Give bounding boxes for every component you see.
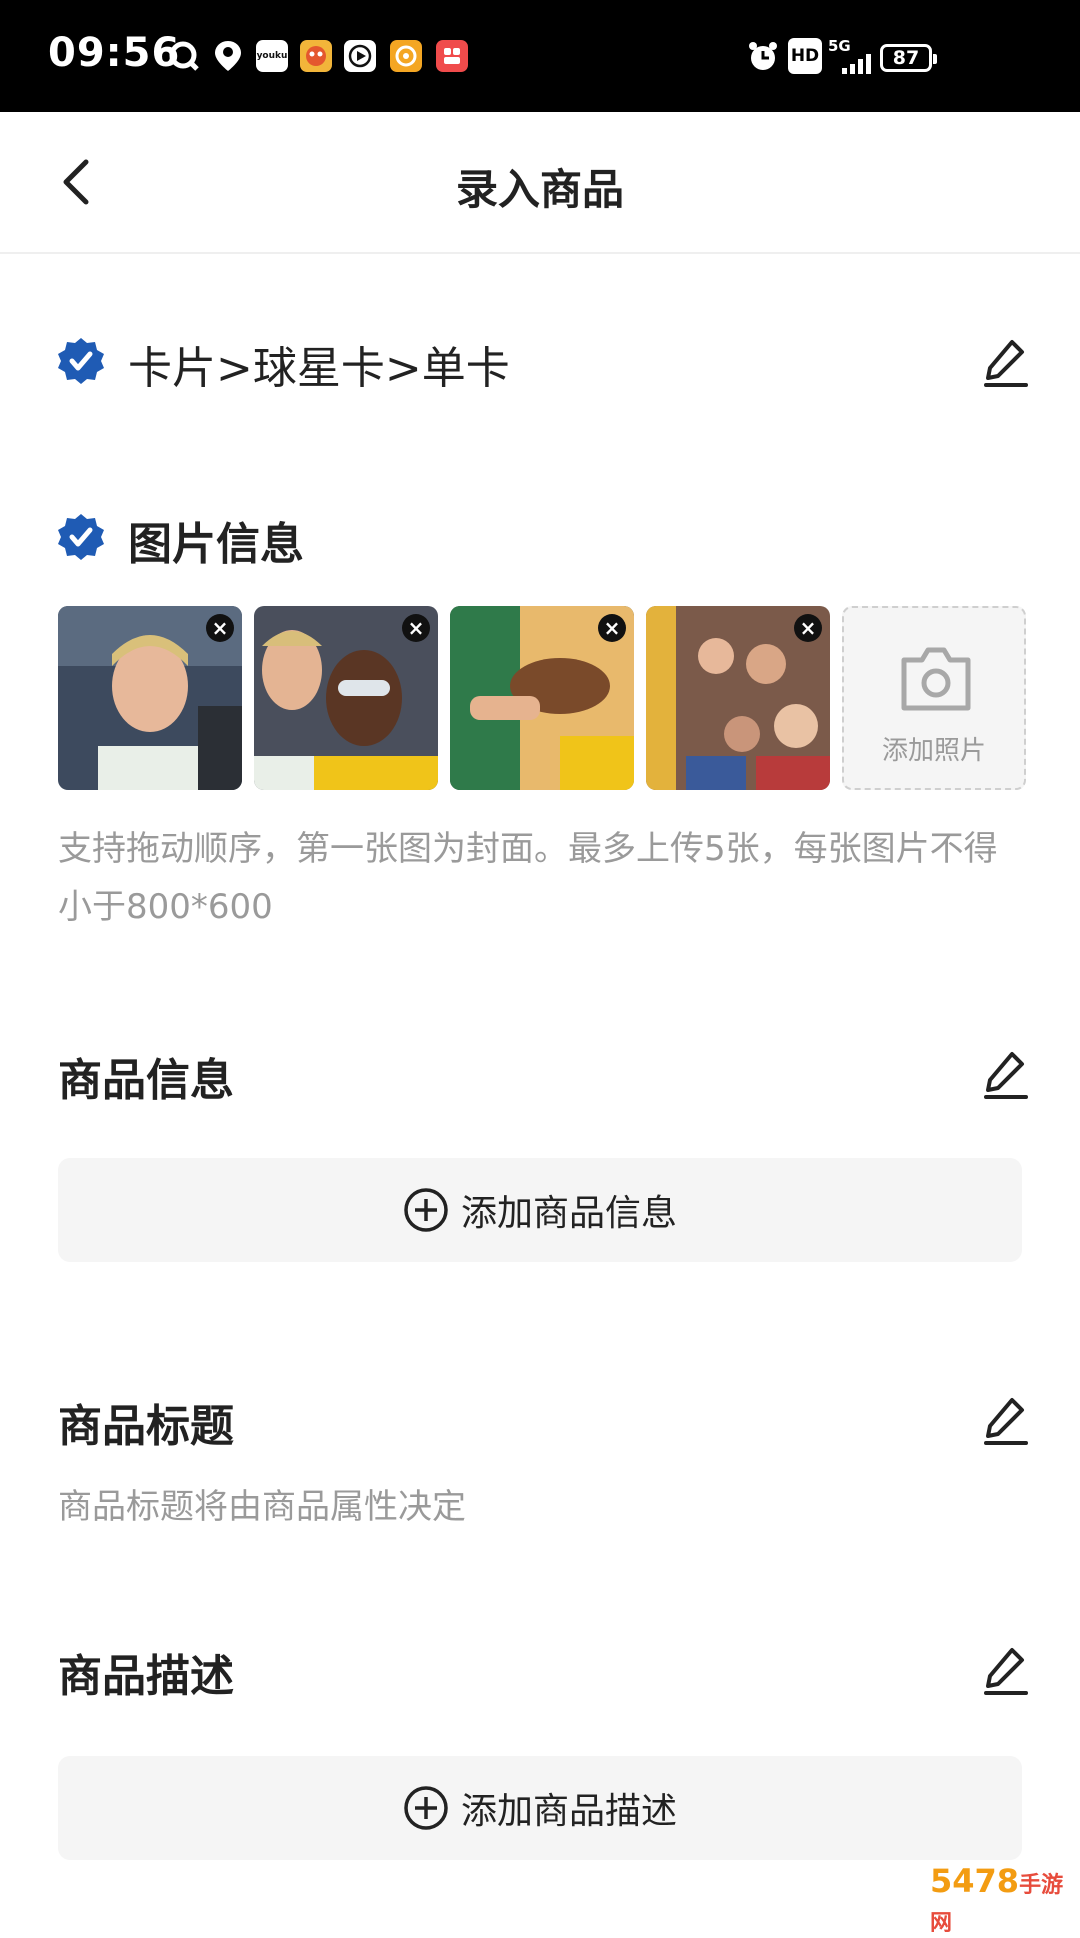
baidu-map-icon (212, 40, 244, 72)
network-type: 5G (828, 37, 851, 55)
edit-product-info-button[interactable] (982, 1048, 1030, 1100)
signal-bars-icon (842, 54, 871, 74)
remove-photo-button[interactable]: × (206, 614, 234, 642)
remove-photo-button[interactable]: × (598, 614, 626, 642)
video-player-icon (344, 40, 376, 72)
red-app-icon (436, 40, 468, 72)
signal-indicator: 5G (828, 38, 874, 74)
watermark-logo: 5478手游网 (930, 1862, 1080, 1936)
edit-icon (984, 1398, 1028, 1445)
back-button[interactable] (56, 156, 100, 208)
game-app-icon (300, 40, 332, 72)
add-photo-label: 添加照片 (881, 736, 986, 766)
images-section-title: 图片信息 (128, 519, 304, 570)
product-info-title: 商品信息 (58, 1055, 234, 1106)
images-hint: 支持拖动顺序，第一张图为封面。最多上传5张，每张图片不得小于800*600 (58, 829, 998, 927)
remove-photo-button[interactable]: × (794, 614, 822, 642)
youku-icon: youku (256, 40, 288, 72)
add-product-info-label: 添加商品信息 (460, 1193, 677, 1234)
battery-indicator: 87 (880, 44, 937, 72)
edit-product-desc-button[interactable] (982, 1644, 1030, 1696)
add-product-desc-button[interactable]: 添加商品描述 (58, 1756, 1022, 1860)
page-title: 录入商品 (455, 165, 624, 214)
photo-thumbnail[interactable]: × (254, 606, 438, 790)
remove-photo-button[interactable]: × (402, 614, 430, 642)
photo-thumbnail[interactable]: × (58, 606, 242, 790)
photo-thumbnail[interactable]: × (646, 606, 830, 790)
edit-product-title-button[interactable] (982, 1394, 1030, 1446)
alarm-icon (746, 38, 780, 74)
plus-circle-icon (404, 1188, 448, 1232)
chevron-left-icon (63, 159, 89, 205)
add-product-info-button[interactable]: 添加商品信息 (58, 1158, 1022, 1262)
edit-icon (984, 1648, 1028, 1695)
watermark-text: 5478 (930, 1862, 1020, 1900)
nav-bar: 录入商品 (0, 112, 1080, 254)
edit-icon (984, 1052, 1028, 1099)
clock: 09:56 (48, 30, 181, 76)
edit-icon (984, 340, 1028, 387)
product-desc-heading: 商品描述 (58, 1651, 234, 1702)
category-path: 卡片>球星卡>单卡 (128, 343, 510, 394)
add-photo-button[interactable]: 添加照片 (842, 606, 1026, 790)
plus-circle-icon (404, 1786, 448, 1830)
images-check-icon (56, 512, 106, 566)
product-title-heading: 商品标题 (58, 1401, 234, 1452)
edit-category-button[interactable] (982, 336, 1030, 388)
product-title-placeholder: 商品标题将由商品属性决定 (58, 1487, 466, 1527)
orange-app-icon (390, 40, 422, 72)
add-product-desc-label: 添加商品描述 (460, 1791, 677, 1832)
hd-indicator: HD (788, 38, 822, 74)
camera-icon (901, 647, 971, 711)
status-bar: 09:56 youku HD 5G 87 (0, 0, 1080, 112)
photo-thumbnail[interactable]: × (450, 606, 634, 790)
search-app-icon (168, 40, 200, 72)
category-check-icon (56, 336, 106, 390)
